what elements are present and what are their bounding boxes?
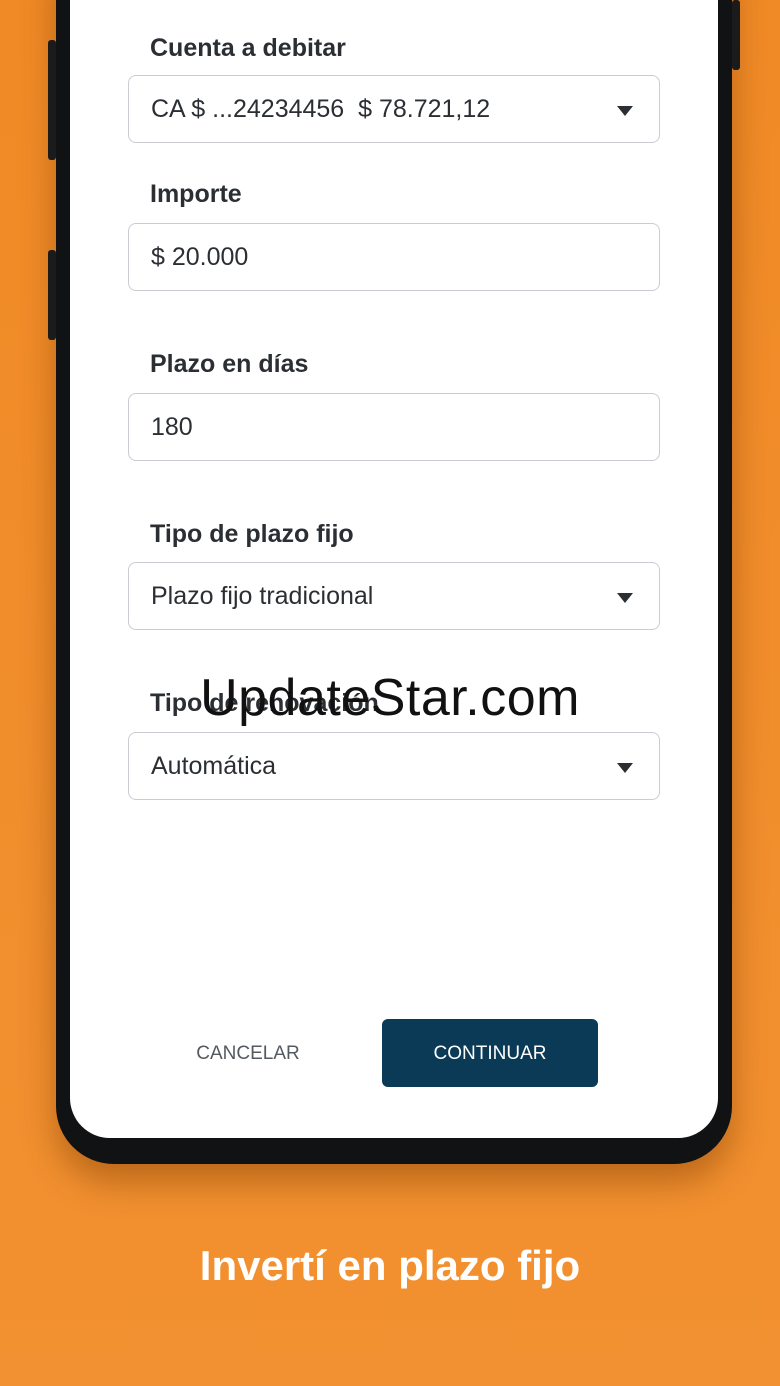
phone-side-button <box>48 250 56 340</box>
account-select-value: CA $ ...24234456 $ 78.721,12 <box>151 95 491 123</box>
chevron-down-icon <box>617 106 633 116</box>
term-input[interactable]: 180 <box>128 393 660 461</box>
type-select[interactable]: Plazo fijo tradicional <box>128 562 660 630</box>
chevron-down-icon <box>617 763 633 773</box>
type-label: Tipo de plazo fijo <box>150 520 354 548</box>
type-select-value: Plazo fijo tradicional <box>151 582 374 610</box>
cancel-button[interactable]: CANCELAR <box>174 1020 322 1088</box>
account-select[interactable]: CA $ ...24234456 $ 78.721,12 <box>128 75 660 143</box>
chevron-down-icon <box>617 593 633 603</box>
renewal-select-value: Automática <box>151 752 277 780</box>
watermark: UpdateStar.com <box>200 669 580 727</box>
phone-frame: Cuenta a debitar CA $ ...24234456 $ 78.7… <box>48 0 740 1164</box>
amount-input-value: $ 20.000 <box>151 243 249 271</box>
amount-label: Importe <box>150 180 242 208</box>
account-label: Cuenta a debitar <box>150 34 346 62</box>
continue-button[interactable]: CONTINUAR <box>382 1019 598 1087</box>
phone-side-button <box>732 0 740 70</box>
term-label: Plazo en días <box>150 350 309 378</box>
term-input-value: 180 <box>151 413 193 441</box>
phone-side-button <box>48 40 56 160</box>
promo-caption: Invertí en plazo fijo <box>199 1242 581 1289</box>
renewal-select[interactable]: Automática <box>128 732 660 800</box>
amount-input[interactable]: $ 20.000 <box>128 223 660 291</box>
app-screen: Cuenta a debitar CA $ ...24234456 $ 78.7… <box>70 0 718 1138</box>
